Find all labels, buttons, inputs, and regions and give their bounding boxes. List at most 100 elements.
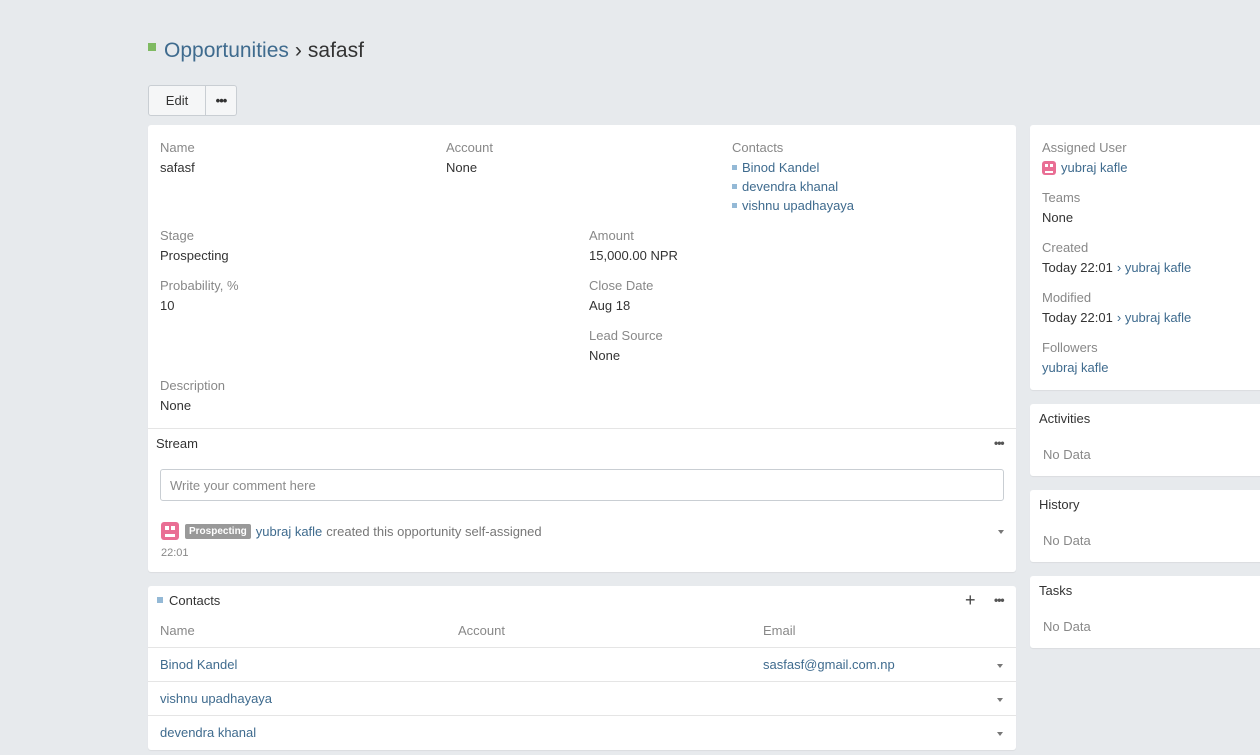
arrow-icon: › xyxy=(1116,310,1122,325)
chevron-down-icon[interactable] xyxy=(997,664,1003,668)
contact-link[interactable]: devendra khanal xyxy=(732,179,854,194)
created-time: Today 22:01 xyxy=(1042,260,1113,275)
user-avatar xyxy=(1042,160,1056,175)
tasks-empty: No Data xyxy=(1043,619,1091,634)
field-contacts: Contacts Binod Kandel devendra khanal vi… xyxy=(732,140,854,213)
contact-name-link[interactable]: devendra khanal xyxy=(160,725,256,740)
follower-link[interactable]: yubraj kafle xyxy=(1042,360,1108,375)
field-created-value: Today 22:01 › yubraj kafle xyxy=(1042,260,1191,275)
field-name-value: safasf xyxy=(160,160,195,175)
history-title: History xyxy=(1039,497,1080,512)
contacts-panel-header: Contacts xyxy=(157,593,220,608)
bullet-icon xyxy=(732,184,737,189)
field-name-label: Name xyxy=(160,140,195,155)
field-modified: Modified Today 22:01 › yubraj kafle xyxy=(1042,290,1191,325)
contact-name-link[interactable]: vishnu upadhayaya xyxy=(160,691,272,706)
field-lead-source-value: None xyxy=(589,348,621,363)
field-followers-value: yubraj kafle xyxy=(1042,360,1108,375)
status-badge: Prospecting xyxy=(185,523,251,539)
add-icon[interactable]: + xyxy=(965,590,976,611)
stream-header: Stream ••• xyxy=(148,428,1016,458)
contacts-panel: Contacts + ••• Name Account Email Binod … xyxy=(148,586,1016,750)
contact-link[interactable]: vishnu upadhayaya xyxy=(732,198,854,213)
chevron-down-icon[interactable] xyxy=(997,732,1003,736)
arrow-icon: › xyxy=(1116,260,1122,275)
activities-empty: No Data xyxy=(1043,447,1091,462)
field-probability: Probability, % 10 xyxy=(160,278,239,313)
note-time: 22:01 xyxy=(161,547,189,559)
modified-time: Today 22:01 xyxy=(1042,310,1113,325)
chevron-down-icon[interactable] xyxy=(998,530,1004,534)
field-created-label: Created xyxy=(1042,240,1089,255)
field-modified-label: Modified xyxy=(1042,290,1092,305)
contact-email-link[interactable]: sasfasf@gmail.com.np xyxy=(763,657,895,672)
field-account: Account None xyxy=(446,140,493,175)
note-text: created this opportunity self-assigned xyxy=(326,523,542,539)
breadcrumb-separator: › xyxy=(294,39,302,62)
field-followers: Followers yubraj kafle xyxy=(1042,340,1108,375)
page-title: safasf xyxy=(307,39,364,62)
field-probability-label: Probability, % xyxy=(160,278,239,293)
field-followers-label: Followers xyxy=(1042,340,1098,355)
field-teams-label: Teams xyxy=(1042,190,1081,205)
action-buttons: Edit ••• xyxy=(148,85,237,116)
field-assigned-user-label: Assigned User xyxy=(1042,140,1127,155)
contact-link-label[interactable]: vishnu upadhayaya xyxy=(742,198,854,213)
breadcrumb: Opportunities › safasf xyxy=(148,36,364,66)
contact-name-link[interactable]: Binod Kandel xyxy=(160,657,237,672)
field-description-value: None xyxy=(160,398,192,413)
field-teams: Teams None xyxy=(1042,190,1080,225)
field-assigned-user: Assigned User yubraj kafle xyxy=(1042,140,1127,175)
field-account-value: None xyxy=(446,160,478,175)
field-modified-value: Today 22:01 › yubraj kafle xyxy=(1042,310,1191,325)
column-header-account: Account xyxy=(458,623,505,638)
detail-panel: Name safasf Account None Contacts Binod … xyxy=(148,125,1016,572)
bullet-icon xyxy=(732,203,737,208)
tasks-title: Tasks xyxy=(1039,583,1073,598)
contacts-menu-icon[interactable]: ••• xyxy=(994,593,1005,607)
chevron-down-icon[interactable] xyxy=(997,698,1003,702)
table-row: vishnu upadhayaya xyxy=(148,681,1016,715)
field-name: Name safasf xyxy=(160,140,195,175)
comment-input[interactable] xyxy=(160,469,1004,501)
field-stage: Stage Prospecting xyxy=(160,228,229,263)
module-color-square xyxy=(148,43,156,51)
contact-link-label[interactable]: Binod Kandel xyxy=(742,160,819,175)
bullet-icon xyxy=(157,596,163,603)
assigned-user: yubraj kafle xyxy=(1042,160,1127,175)
activities-panel: Activities No Data xyxy=(1030,404,1260,476)
column-header-email: Email xyxy=(763,623,796,638)
field-created: Created Today 22:01 › yubraj kafle xyxy=(1042,240,1191,275)
field-contacts-label: Contacts xyxy=(732,140,784,155)
bullet-icon xyxy=(732,165,737,170)
breadcrumb-opportunities-link[interactable]: Opportunities xyxy=(164,39,289,63)
field-close-date-value: Aug 18 xyxy=(589,298,631,313)
table-row: devendra khanal xyxy=(148,715,1016,749)
field-lead-source-label: Lead Source xyxy=(589,328,663,343)
field-lead-source: Lead Source None xyxy=(589,328,663,363)
assigned-user-link[interactable]: yubraj kafle xyxy=(1061,160,1127,175)
field-stage-label: Stage xyxy=(160,228,194,243)
contact-link[interactable]: Binod Kandel xyxy=(732,160,854,175)
contacts-panel-title: Contacts xyxy=(169,593,221,608)
more-actions-button[interactable]: ••• xyxy=(206,85,237,116)
history-panel: History No Data xyxy=(1030,490,1260,562)
column-header-name: Name xyxy=(160,623,195,638)
stream-title: Stream xyxy=(156,436,198,451)
contact-link-label[interactable]: devendra khanal xyxy=(742,179,838,194)
field-description: Description None xyxy=(160,378,225,413)
activities-title: Activities xyxy=(1039,411,1091,426)
edit-button[interactable]: Edit xyxy=(148,85,206,116)
history-empty: No Data xyxy=(1043,533,1091,548)
field-account-label: Account xyxy=(446,140,493,155)
stream-menu-icon[interactable]: ••• xyxy=(994,436,1005,450)
field-amount: Amount 15,000.00 NPR xyxy=(589,228,678,263)
user-avatar xyxy=(161,522,179,540)
created-by-link[interactable]: yubraj kafle xyxy=(1125,260,1191,275)
side-info-panel: Assigned User yubraj kafle Teams None Cr… xyxy=(1030,125,1260,390)
field-close-date-label: Close Date xyxy=(589,278,654,293)
note-user-link[interactable]: yubraj kafle xyxy=(256,524,322,539)
field-close-date: Close Date Aug 18 xyxy=(589,278,653,313)
modified-by-link[interactable]: yubraj kafle xyxy=(1125,310,1191,325)
field-description-label: Description xyxy=(160,378,226,393)
